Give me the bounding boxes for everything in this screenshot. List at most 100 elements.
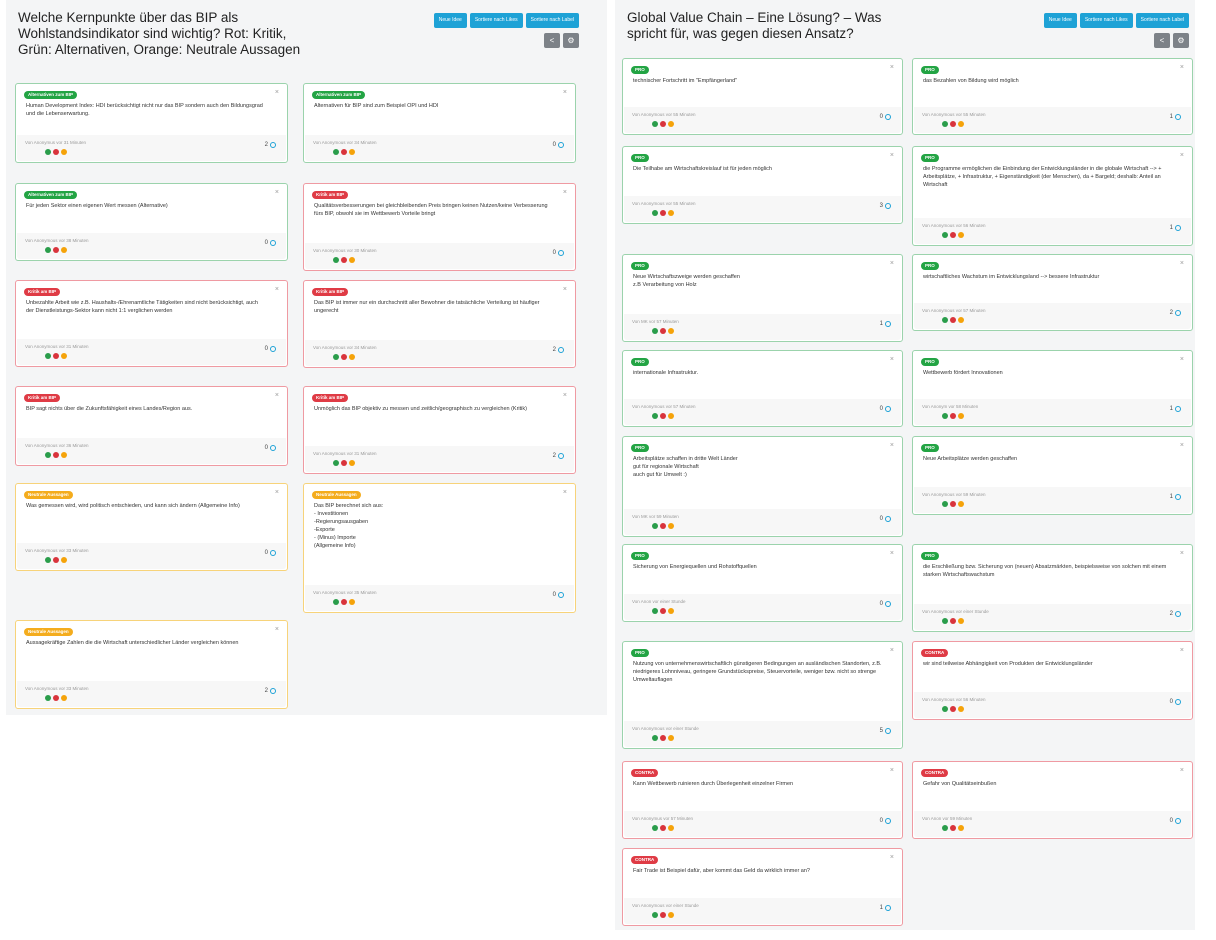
close-icon[interactable]: × xyxy=(1180,152,1184,159)
like-icon[interactable] xyxy=(558,347,564,353)
red-dot-icon[interactable] xyxy=(660,121,666,127)
close-icon[interactable]: × xyxy=(275,286,279,293)
green-dot-icon[interactable] xyxy=(942,413,948,419)
orange-dot-icon[interactable] xyxy=(958,413,964,419)
green-dot-icon[interactable] xyxy=(652,523,658,529)
red-dot-icon[interactable] xyxy=(660,912,666,918)
close-icon[interactable]: × xyxy=(890,356,894,363)
idea-card[interactable]: PRO × die Programme ermöglichen die Einbin… xyxy=(912,146,1193,246)
green-dot-icon[interactable] xyxy=(333,460,339,466)
orange-dot-icon[interactable] xyxy=(668,210,674,216)
close-icon[interactable]: × xyxy=(890,442,894,449)
red-dot-icon[interactable] xyxy=(950,825,956,831)
red-dot-icon[interactable] xyxy=(660,825,666,831)
green-dot-icon[interactable] xyxy=(652,210,658,216)
close-icon[interactable]: × xyxy=(890,767,894,774)
red-dot-icon[interactable] xyxy=(950,232,956,238)
sort-by-label-button[interactable]: Sortiere nach Label xyxy=(525,13,579,28)
like-icon[interactable] xyxy=(558,592,564,598)
close-icon[interactable]: × xyxy=(563,189,567,196)
idea-card[interactable]: Neutrale Aussagen × Aussagekräftige Zahlen… xyxy=(15,620,288,709)
green-dot-icon[interactable] xyxy=(942,825,948,831)
like-icon[interactable] xyxy=(1175,611,1181,617)
orange-dot-icon[interactable] xyxy=(668,121,674,127)
green-dot-icon[interactable] xyxy=(45,149,51,155)
like-icon[interactable] xyxy=(558,142,564,148)
close-icon[interactable]: × xyxy=(275,392,279,399)
like-icon[interactable] xyxy=(270,240,276,246)
share-icon[interactable]: < xyxy=(544,33,560,48)
red-dot-icon[interactable] xyxy=(341,149,347,155)
idea-card[interactable]: Neutrale Aussagen × Das BIP berechnet sich… xyxy=(303,483,576,613)
orange-dot-icon[interactable] xyxy=(61,149,67,155)
like-icon[interactable] xyxy=(270,346,276,352)
idea-card[interactable]: Alternativen zum BIP × Human Development I… xyxy=(15,83,288,163)
green-dot-icon[interactable] xyxy=(333,599,339,605)
idea-card[interactable]: PRO × Neue Wirtschaftszweige werden gescha… xyxy=(622,254,903,342)
orange-dot-icon[interactable] xyxy=(349,257,355,263)
like-icon[interactable] xyxy=(885,321,891,327)
green-dot-icon[interactable] xyxy=(652,413,658,419)
green-dot-icon[interactable] xyxy=(333,149,339,155)
idea-card[interactable]: Kritik am BIP × BIP sagt nichts über die Z… xyxy=(15,386,288,466)
green-dot-icon[interactable] xyxy=(45,247,51,253)
like-icon[interactable] xyxy=(1175,699,1181,705)
new-idea-button[interactable]: Neue Idee xyxy=(433,13,467,28)
orange-dot-icon[interactable] xyxy=(668,825,674,831)
red-dot-icon[interactable] xyxy=(950,618,956,624)
green-dot-icon[interactable] xyxy=(45,353,51,359)
idea-card[interactable]: Neutrale Aussagen × Was gemessen wird, wir… xyxy=(15,483,288,571)
close-icon[interactable]: × xyxy=(563,489,567,496)
green-dot-icon[interactable] xyxy=(652,912,658,918)
green-dot-icon[interactable] xyxy=(942,706,948,712)
green-dot-icon[interactable] xyxy=(45,557,51,563)
gear-icon[interactable]: ⚙ xyxy=(563,33,579,48)
like-icon[interactable] xyxy=(885,114,891,120)
close-icon[interactable]: × xyxy=(275,189,279,196)
orange-dot-icon[interactable] xyxy=(349,599,355,605)
idea-card[interactable]: PRO × internationale Infrastruktur. Von Ano… xyxy=(622,350,903,427)
green-dot-icon[interactable] xyxy=(652,735,658,741)
like-icon[interactable] xyxy=(558,250,564,256)
gear-icon[interactable]: ⚙ xyxy=(1173,33,1189,48)
red-dot-icon[interactable] xyxy=(950,501,956,507)
idea-card[interactable]: Kritik am BIP × Das BIP ist immer nur ein … xyxy=(303,280,576,368)
like-icon[interactable] xyxy=(1175,310,1181,316)
close-icon[interactable]: × xyxy=(1180,442,1184,449)
green-dot-icon[interactable] xyxy=(45,452,51,458)
like-icon[interactable] xyxy=(885,203,891,209)
orange-dot-icon[interactable] xyxy=(668,413,674,419)
orange-dot-icon[interactable] xyxy=(958,317,964,323)
close-icon[interactable]: × xyxy=(890,854,894,861)
like-icon[interactable] xyxy=(1175,225,1181,231)
sort-by-likes-button[interactable]: Sortiere nach Likes xyxy=(469,13,523,28)
idea-card[interactable]: CONTRA × wir sind teilweise Abhängigkeit v… xyxy=(912,641,1193,720)
green-dot-icon[interactable] xyxy=(942,121,948,127)
close-icon[interactable]: × xyxy=(563,286,567,293)
like-icon[interactable] xyxy=(1175,818,1181,824)
orange-dot-icon[interactable] xyxy=(61,557,67,563)
close-icon[interactable]: × xyxy=(890,64,894,71)
orange-dot-icon[interactable] xyxy=(61,452,67,458)
share-icon[interactable]: < xyxy=(1154,33,1170,48)
red-dot-icon[interactable] xyxy=(341,257,347,263)
red-dot-icon[interactable] xyxy=(53,353,59,359)
idea-card[interactable]: Kritik am BIP × Qualitätsverbesserungen be… xyxy=(303,183,576,271)
close-icon[interactable]: × xyxy=(1180,260,1184,267)
red-dot-icon[interactable] xyxy=(660,735,666,741)
idea-card[interactable]: Alternativen zum BIP × Alternativen für BI… xyxy=(303,83,576,163)
red-dot-icon[interactable] xyxy=(341,354,347,360)
close-icon[interactable]: × xyxy=(1180,550,1184,557)
red-dot-icon[interactable] xyxy=(950,317,956,323)
like-icon[interactable] xyxy=(885,728,891,734)
orange-dot-icon[interactable] xyxy=(349,460,355,466)
red-dot-icon[interactable] xyxy=(950,121,956,127)
orange-dot-icon[interactable] xyxy=(668,328,674,334)
green-dot-icon[interactable] xyxy=(942,501,948,507)
close-icon[interactable]: × xyxy=(563,392,567,399)
idea-card[interactable]: PRO × Neue Arbeitsplätze werden geschaffen… xyxy=(912,436,1193,515)
idea-card[interactable]: PRO × das Bezahlen von Bildung wird möglic… xyxy=(912,58,1193,135)
like-icon[interactable] xyxy=(885,601,891,607)
like-icon[interactable] xyxy=(885,905,891,911)
green-dot-icon[interactable] xyxy=(942,317,948,323)
